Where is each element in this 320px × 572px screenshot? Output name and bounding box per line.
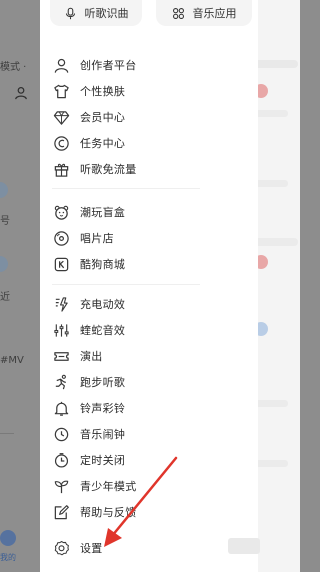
bell-icon [54,401,68,416]
menu-label: 帮助与反馈 [80,506,137,519]
menu-item-charging-effect[interactable]: 充电动效 [52,292,252,316]
menu-item-vip-center[interactable]: 会员中心 [52,105,252,129]
menu-label: 音乐闹钟 [80,428,126,441]
menu-item-free-data[interactable]: 听歌免流量 [52,157,252,181]
timer-icon [54,452,68,468]
menu-label: 听歌免流量 [80,163,137,176]
menu-item-sleep-timer[interactable]: 定时关闭 [52,448,252,472]
diamond-icon [53,110,69,125]
bear-icon [54,205,68,220]
bg-text-a: 号 [0,216,10,227]
menu-label: 个性换肤 [80,85,126,98]
menu-label: 酷狗商城 [80,258,126,271]
menu-item-settings[interactable]: 设置 [52,536,252,560]
menu-label: 潮玩盲盒 [80,206,126,219]
menu-label: 会员中心 [80,111,126,124]
menu-item-creator-platform[interactable]: 创作者平台 [52,53,252,77]
gift-icon [54,163,68,177]
bg-mine-tab-label: 我的 [0,553,16,562]
music-apps-label: 音乐应用 [192,7,237,20]
bg-blob [0,182,8,198]
ticket-icon [53,351,69,361]
menu-label: 演出 [80,350,103,363]
menu-label: 蝰蛇音效 [80,324,126,337]
bg-mode-text: 模式 · [0,62,27,73]
charge-icon [55,296,68,312]
background-content-blurred [208,0,300,572]
disc-icon [53,230,69,246]
bg-text-b: 近 [0,292,10,303]
alarm-icon [54,427,68,441]
music-apps-button[interactable]: 音乐应用 [156,0,252,26]
menu-label: 定时关闭 [80,454,126,467]
menu-item-task-center[interactable]: 任务中心 [52,131,252,155]
feedback-icon [54,504,69,519]
menu-item-record-store[interactable]: 唱片店 [52,226,252,250]
grid-icon [172,7,184,19]
sprout-icon [54,480,68,493]
recognize-song-label: 听歌识曲 [84,7,129,20]
menu-item-skin[interactable]: 个性换肤 [52,79,252,103]
menu-item-blind-box[interactable]: 潮玩盲盒 [52,200,252,224]
menu-label: 创作者平台 [80,59,137,72]
menu-item-concerts[interactable]: 演出 [52,344,252,368]
equalizer-icon [53,323,69,337]
drawer-top-row: 听歌识曲 音乐应用 [40,0,258,30]
menu-item-viper-sound[interactable]: 蝰蛇音效 [52,318,252,342]
blurred-area [228,538,260,554]
bg-divider [0,433,14,434]
menu-divider [52,188,200,189]
menu-item-ringtone[interactable]: 铃声彩铃 [52,396,252,420]
mic-icon [65,7,75,19]
bg-text-mv: #MV [0,355,24,366]
menu-label: 跑步听歌 [80,376,126,389]
coin-icon [53,135,69,151]
shirt-icon [53,84,69,98]
shop-icon [54,257,68,271]
bg-blob [0,256,8,272]
menu-label: 唱片店 [80,232,114,245]
menu-label: 设置 [80,542,103,555]
run-icon [55,374,66,389]
menu-divider [52,284,200,285]
menu-label: 铃声彩铃 [80,402,126,415]
bg-user-icon [15,86,27,100]
menu-label: 充电动效 [80,298,126,311]
user-icon [54,58,68,73]
menu-item-kugou-mall[interactable]: 酷狗商城 [52,252,252,276]
menu-item-music-alarm[interactable]: 音乐闹钟 [52,422,252,446]
menu-item-help-feedback[interactable]: 帮助与反馈 [52,500,252,524]
menu-item-running-music[interactable]: 跑步听歌 [52,370,252,394]
side-drawer: 听歌识曲 音乐应用 创作者平台 个性换肤 会员中心 任务中心 听歌免流量 潮玩盲… [40,0,260,572]
menu-label: 青少年模式 [80,480,137,493]
menu-label: 任务中心 [80,137,126,150]
menu-item-teen-mode[interactable]: 青少年模式 [52,474,252,498]
bg-mine-tab-icon[interactable] [0,530,16,546]
settings-icon [54,540,69,555]
recognize-song-button[interactable]: 听歌识曲 [50,0,142,26]
